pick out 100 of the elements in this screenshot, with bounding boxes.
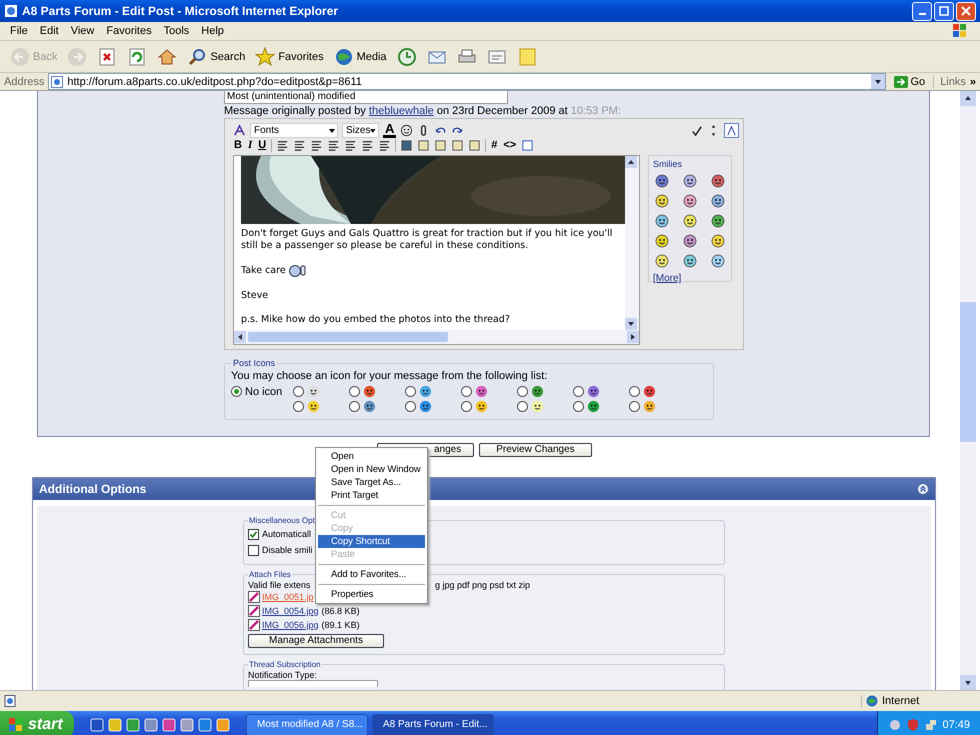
minimize-button[interactable]: [912, 2, 932, 20]
favorites-button[interactable]: Favorites: [251, 44, 328, 68]
radio-button[interactable]: [405, 386, 416, 397]
smiley-icon[interactable]: [683, 194, 697, 208]
radio-button[interactable]: [293, 386, 304, 397]
maximize-button[interactable]: [934, 2, 954, 20]
scroll-up-icon[interactable]: [625, 156, 637, 168]
scrollbar-thumb[interactable]: [960, 302, 976, 442]
radio-button[interactable]: [517, 401, 528, 412]
quick-launch-icon[interactable]: [180, 718, 194, 732]
scrollbar[interactable]: [960, 91, 976, 690]
scroll-right-icon[interactable]: [627, 331, 639, 343]
smiley-icon[interactable]: [683, 234, 697, 248]
quick-launch-icon[interactable]: [162, 718, 176, 732]
smiley-icon[interactable]: [655, 194, 669, 208]
quick-launch-icon[interactable]: [108, 718, 122, 732]
radio-button[interactable]: [461, 401, 472, 412]
radio-button[interactable]: [405, 401, 416, 412]
taskbar-button[interactable]: Most modified A8 / S8...: [246, 714, 368, 735]
radio-button[interactable]: [629, 401, 640, 412]
scroll-left-icon[interactable]: [234, 331, 246, 343]
size-select[interactable]: Sizes: [342, 123, 379, 138]
menu-item[interactable]: Favorites: [100, 25, 158, 37]
smiley-icon[interactable]: [683, 214, 697, 228]
format-button[interactable]: U: [257, 139, 268, 151]
smiley-icon[interactable]: [711, 174, 725, 188]
network-icon[interactable]: [924, 718, 938, 732]
quick-launch-icon[interactable]: [90, 718, 104, 732]
user-link[interactable]: thebluewhale: [368, 105, 434, 117]
menu-item[interactable]: Add to Favorites...: [318, 568, 425, 581]
quick-launch-icon[interactable]: [198, 718, 212, 732]
radio-button[interactable]: [573, 401, 584, 412]
checkbox[interactable]: [248, 528, 259, 540]
remove-format-icon[interactable]: [233, 124, 246, 137]
manage-attachments-button[interactable]: Manage Attachments: [248, 634, 384, 648]
smiley-icon[interactable]: [711, 234, 725, 248]
menu-item[interactable]: Copy Shortcut: [318, 535, 425, 548]
font-select[interactable]: Fonts: [250, 123, 338, 138]
scroll-up-icon[interactable]: [960, 91, 976, 106]
menu-item[interactable]: Tools: [158, 25, 196, 37]
radio-button[interactable]: [573, 386, 584, 397]
quick-launch-icon[interactable]: [144, 718, 158, 732]
radio-button[interactable]: [629, 386, 640, 397]
close-button[interactable]: [956, 2, 976, 20]
go-button[interactable]: Go: [890, 76, 930, 88]
code-button[interactable]: <>: [502, 139, 518, 151]
media-button[interactable]: Media: [330, 44, 391, 68]
radio-button[interactable]: [349, 386, 360, 397]
menu-item[interactable]: Edit: [34, 25, 65, 37]
spellcheck-icon[interactable]: [690, 124, 703, 137]
more-link[interactable]: [More]: [653, 273, 682, 284]
align-left-icon[interactable]: [276, 138, 290, 152]
file-link[interactable]: IMG_0056.jpg: [262, 620, 319, 630]
menu-item[interactable]: View: [64, 25, 100, 37]
smiley-icon[interactable]: [655, 174, 669, 188]
format-button[interactable]: I: [246, 139, 254, 151]
quick-launch-icon[interactable]: [126, 718, 140, 732]
align-center-icon[interactable]: [293, 138, 306, 152]
radio-button[interactable]: [517, 386, 528, 397]
code-button[interactable]: #: [490, 139, 498, 151]
scrollbar[interactable]: [625, 156, 639, 330]
menu-item[interactable]: Properties: [318, 588, 425, 601]
menu-item[interactable]: Open: [318, 450, 425, 463]
scroll-down-icon[interactable]: [625, 318, 637, 330]
smiley-icon[interactable]: [683, 254, 697, 268]
checkbox[interactable]: [248, 544, 259, 556]
radio-button[interactable]: [293, 401, 304, 412]
menu-item[interactable]: Save Target As...: [318, 476, 425, 489]
address-field[interactable]: http://forum.a8parts.co.uk/editpost.php?do=editpost&p=8611: [48, 73, 886, 90]
smiley-icon[interactable]: [400, 124, 414, 137]
align-right-icon[interactable]: [310, 138, 324, 152]
title-field[interactable]: Most (unintentional) modified: [224, 91, 508, 104]
smiley-icon[interactable]: [655, 234, 669, 248]
links-button[interactable]: Links: [933, 76, 966, 88]
smiley-icon[interactable]: [655, 254, 669, 268]
notification-select[interactable]: [248, 680, 378, 687]
radio-button[interactable]: [461, 386, 472, 397]
smiley-icon[interactable]: [711, 254, 725, 268]
radio-button[interactable]: [231, 386, 242, 397]
scroll-down-icon[interactable]: [960, 675, 976, 690]
menu-item[interactable]: Open in New Window: [318, 463, 425, 476]
text-color-button[interactable]: A: [383, 123, 396, 138]
radio-button[interactable]: [349, 401, 360, 412]
scrollbar[interactable]: [234, 330, 639, 344]
smiley-icon[interactable]: [655, 214, 669, 228]
file-link[interactable]: IMG_0054.jpg: [262, 606, 319, 616]
format-button[interactable]: B: [233, 139, 243, 151]
switch-mode-icon[interactable]: [724, 123, 739, 138]
menu-item[interactable]: File: [4, 25, 34, 37]
smiley-icon[interactable]: [711, 214, 725, 228]
menu-item[interactable]: Help: [195, 25, 230, 37]
quick-launch-icon[interactable]: [216, 718, 230, 732]
taskbar-button[interactable]: A8 Parts Forum - Edit...: [372, 714, 494, 735]
smiley-icon[interactable]: [711, 194, 725, 208]
search-button[interactable]: Search: [183, 44, 250, 68]
menu-item[interactable]: Print Target: [318, 489, 425, 502]
chevron-button[interactable]: »: [970, 76, 976, 88]
smiley-icon[interactable]: [683, 174, 697, 188]
collapse-icon[interactable]: [917, 483, 929, 495]
preview-changes-button[interactable]: Preview Changes: [479, 443, 592, 457]
